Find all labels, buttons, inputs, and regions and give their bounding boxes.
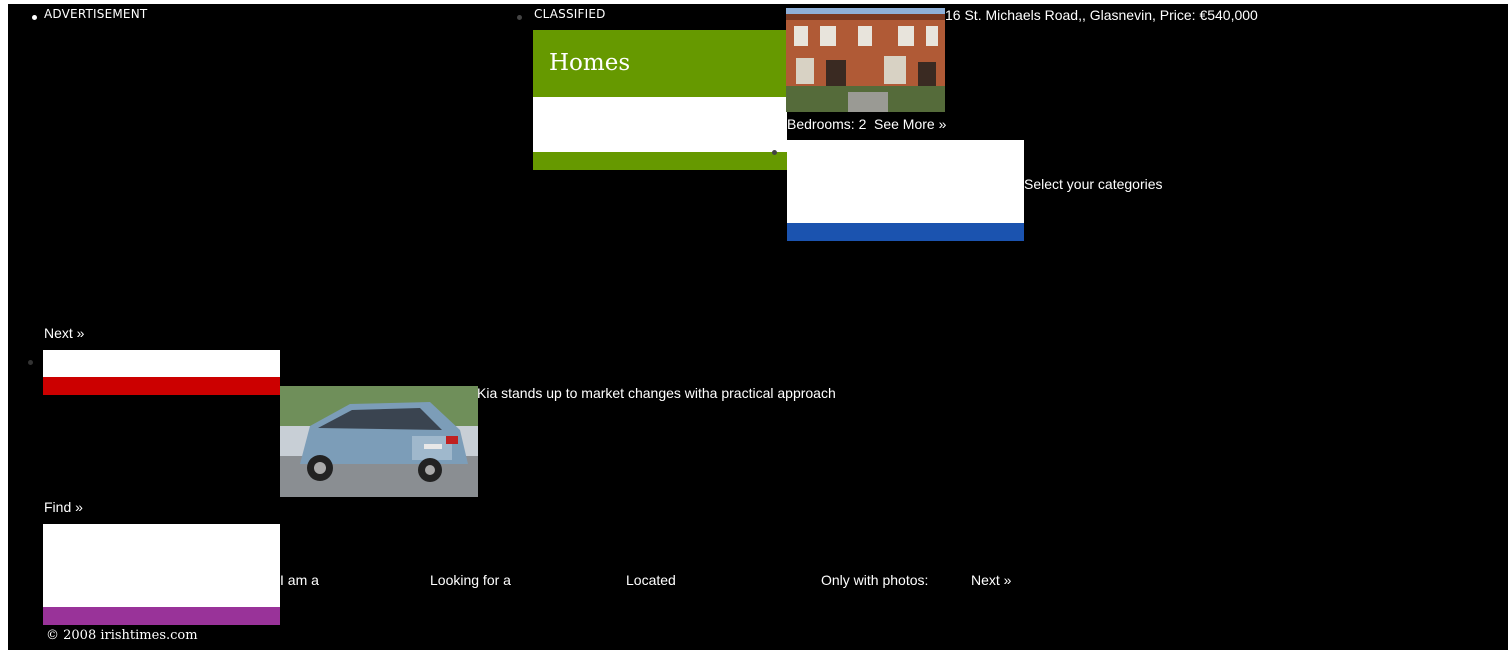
search-next-link[interactable]: Next »: [971, 572, 1011, 588]
see-more-link[interactable]: See More »: [874, 116, 946, 132]
homes-logo-band: [533, 97, 787, 152]
search-section-logo[interactable]: [43, 524, 280, 625]
car-photo[interactable]: [280, 386, 478, 497]
listing-address: 16 St. Michaels Road,, Glasnevin, Price:…: [945, 7, 1258, 23]
widget-panel: ADVERTISEMENT CLASSIFIED Homes 16 St. Mi…: [8, 4, 1508, 650]
list-bullet: [517, 15, 522, 20]
only-with-photos-label: Only with photos:: [821, 572, 929, 588]
purple-bar: [43, 607, 280, 625]
blue-bar: [787, 223, 1024, 241]
categories-section-logo[interactable]: [787, 140, 1024, 241]
categories-label: Select your categories: [1024, 176, 1163, 192]
i-am-a-label: I am a: [280, 572, 319, 588]
located-label: Located: [626, 572, 676, 588]
advertisement-label: ADVERTISEMENT: [44, 7, 148, 21]
list-bullet: [772, 150, 777, 155]
list-bullet: [32, 15, 37, 20]
homes-section-logo[interactable]: Homes: [533, 30, 787, 170]
next-link[interactable]: Next »: [44, 325, 84, 341]
list-bullet: [28, 360, 33, 365]
listing-bedrooms: Bedrooms: 2: [787, 116, 867, 132]
motors-section-logo[interactable]: [43, 350, 280, 395]
classified-label: CLASSIFIED: [534, 7, 606, 21]
motors-headline[interactable]: Kia stands up to market changes witha pr…: [477, 385, 836, 401]
homes-title: Homes: [549, 50, 631, 76]
house-photo[interactable]: [786, 8, 945, 112]
find-link[interactable]: Find »: [44, 499, 83, 515]
looking-for-a-label: Looking for a: [430, 572, 511, 588]
red-bar: [43, 377, 280, 395]
copyright-footer: © 2008 irishtimes.com: [46, 628, 198, 643]
